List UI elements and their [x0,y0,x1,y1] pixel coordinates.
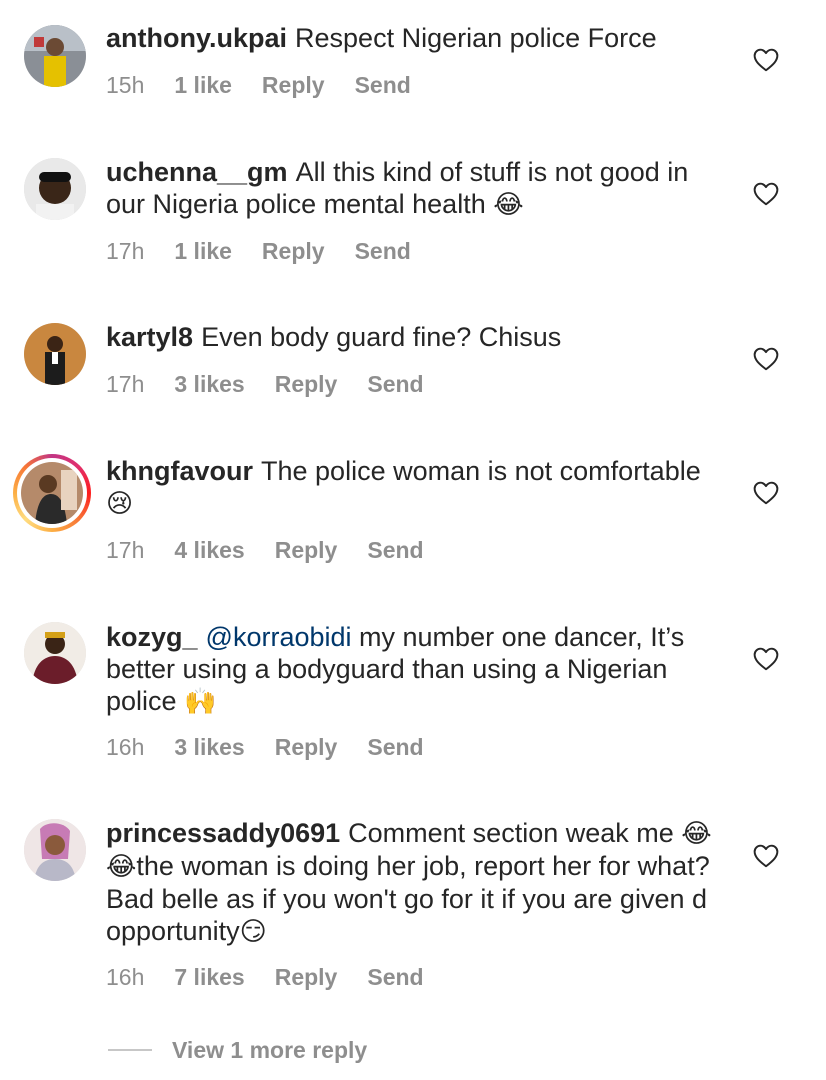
comment-meta: 15h 1 like Reply Send [106,72,441,99]
comment-meta: 17h 1 like Reply Send [106,238,441,265]
comment-text: uchenna__gm All this kind of stuff is not… [106,156,726,221]
heart-icon[interactable] [753,844,779,868]
comment-time: 17h [106,371,145,397]
send-button[interactable]: Send [355,72,411,98]
heart-icon[interactable] [753,647,779,671]
comment-likes[interactable]: 3 likes [174,371,244,397]
avatar[interactable] [24,622,86,684]
comment-likes[interactable]: 1 like [174,238,232,264]
comment-username[interactable]: anthony.ukpai [106,23,287,53]
comment-likes[interactable]: 7 likes [174,964,244,990]
comment-meta: 17h 3 likes Reply Send [106,371,454,398]
avatar[interactable] [13,454,91,532]
reply-button[interactable]: Reply [262,238,325,264]
avatar[interactable] [24,323,86,385]
send-button[interactable]: Send [367,734,423,760]
heart-icon[interactable] [753,48,779,72]
comment-text: khngfavour The police woman is not comfor… [106,455,726,520]
send-button[interactable]: Send [367,371,423,397]
avatar-image [21,462,83,524]
comment-body-start: Comment section weak me [348,818,674,848]
heart-icon[interactable] [753,182,779,206]
heart-icon[interactable] [753,481,779,505]
comment-body: Respect Nigerian police Force [295,23,657,53]
comment-emoji: 🙌 [184,687,217,717]
comment-time: 17h [106,238,145,264]
replies-divider [108,1049,152,1051]
send-button[interactable]: Send [367,537,423,563]
comment-time: 17h [106,537,145,563]
comment-text: anthony.ukpai Respect Nigerian police For… [106,22,726,54]
comment-mention[interactable]: @korraobidi [206,622,352,652]
comment-username[interactable]: kozyg_ [106,622,198,652]
comment-body: The police woman is not comfortable [261,456,701,486]
send-button[interactable]: Send [367,964,423,990]
comment-username[interactable]: kartyl8 [106,322,193,352]
reply-button[interactable]: Reply [275,964,338,990]
comment-time: 16h [106,734,145,760]
comment-emoji: 😂 [493,190,524,220]
avatar[interactable] [24,819,86,881]
comment-meta: 16h 3 likes Reply Send [106,734,454,761]
comment-likes[interactable]: 4 likes [174,537,244,563]
reply-button[interactable]: Reply [262,72,325,98]
reply-button[interactable]: Reply [275,537,338,563]
avatar[interactable] [24,25,86,87]
avatar[interactable] [24,158,86,220]
comment-text: kozyg_ @korraobidi my number one dancer, … [106,621,726,718]
comment-body: Even body guard fine? Chisus [201,322,562,352]
reply-button[interactable]: Reply [275,371,338,397]
comment-likes[interactable]: 3 likes [174,734,244,760]
comment-time: 16h [106,964,145,990]
comment-text: kartyl8 Even body guard fine? Chisus [106,321,726,353]
comment-meta: 17h 4 likes Reply Send [106,537,454,564]
comment-time: 15h [106,72,145,98]
comment-username[interactable]: princessaddy0691 [106,818,340,848]
comment-emoji: 😢 [106,489,134,519]
comment-meta: 16h 7 likes Reply Send [106,964,454,991]
view-more-replies-label[interactable]: View 1 more reply [172,1037,367,1064]
comment-emoji: 😏 [239,917,267,947]
comment-username[interactable]: uchenna__gm [106,157,288,187]
send-button[interactable]: Send [355,238,411,264]
comment-text: princessaddy0691 Comment section weak me … [106,817,726,948]
comment-likes[interactable]: 1 like [174,72,232,98]
reply-button[interactable]: Reply [275,734,338,760]
comment-username[interactable]: khngfavour [106,456,253,486]
heart-icon[interactable] [753,347,779,371]
view-more-replies[interactable]: View 1 more reply [108,1034,367,1066]
comment-body: the woman is doing her job, report her f… [106,851,710,946]
